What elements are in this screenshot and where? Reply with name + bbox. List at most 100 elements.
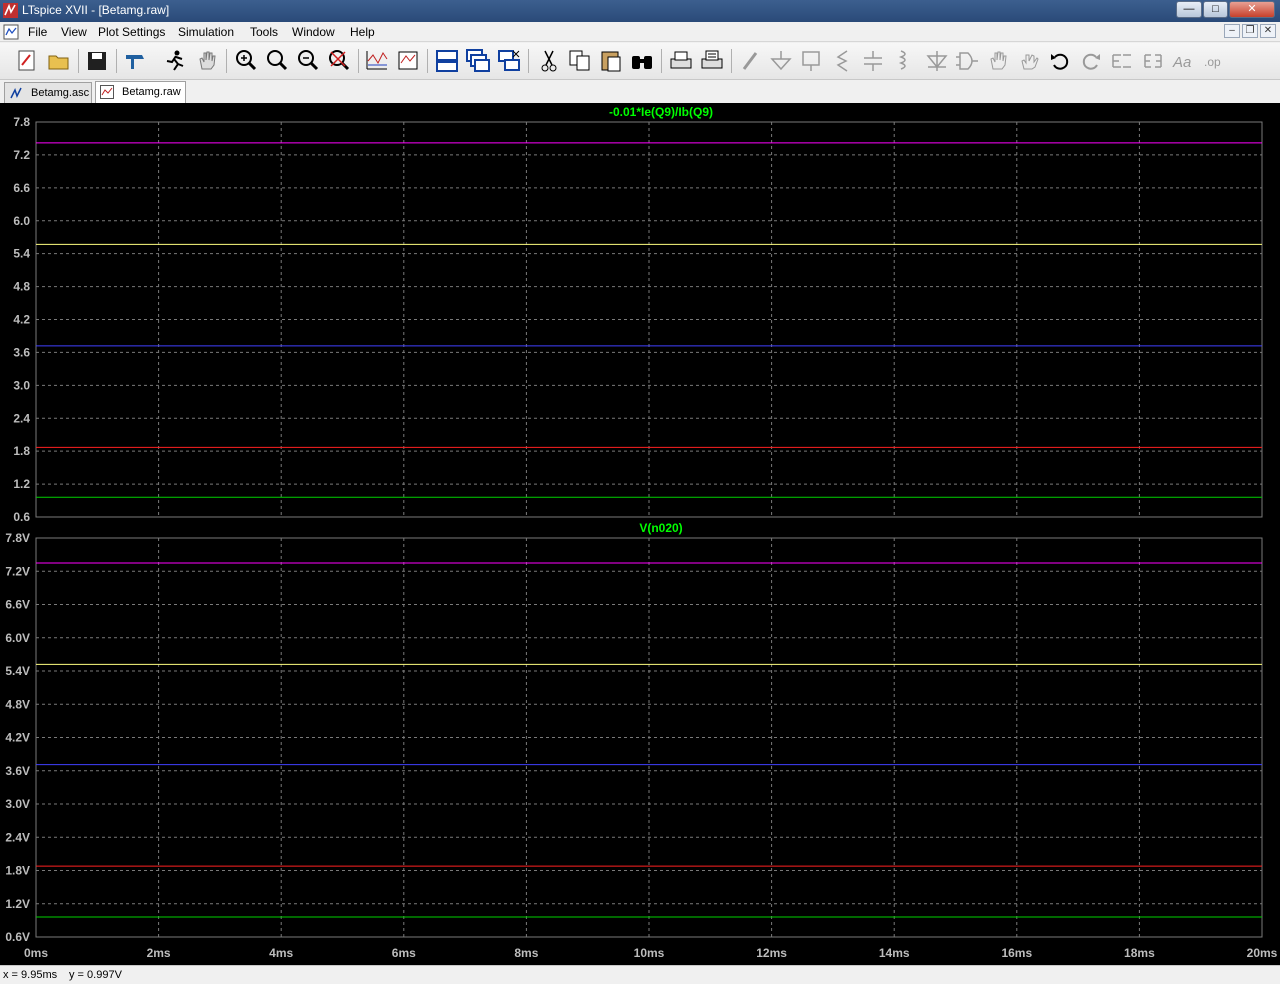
wire-icon[interactable]: [738, 47, 764, 75]
x-tick-label: 12ms: [756, 946, 787, 960]
y-tick-label: 1.8V: [5, 864, 30, 878]
y-tick-label: 4.2V: [5, 731, 30, 745]
text-icon[interactable]: Aa: [1171, 47, 1197, 75]
inductor-icon[interactable]: [891, 47, 917, 75]
capacitor-icon[interactable]: [860, 47, 886, 75]
menu-plot-settings[interactable]: Plot Settings: [98, 25, 165, 39]
zoom-cancel-icon[interactable]: [326, 47, 352, 75]
menu-tools[interactable]: Tools: [250, 25, 278, 39]
cascade-icon[interactable]: [465, 47, 491, 75]
pan-hand-icon[interactable]: [194, 47, 220, 75]
zoom-out-icon[interactable]: [295, 47, 321, 75]
resistor-icon[interactable]: [829, 47, 855, 75]
document-icon[interactable]: [3, 24, 19, 40]
y-tick-label: 3.0V: [5, 797, 30, 811]
y-tick-label: 0.6: [13, 510, 30, 524]
toolbar-separator: [528, 49, 529, 73]
rotate-icon[interactable]: [1109, 47, 1135, 75]
y-tick-label: 1.2: [13, 477, 30, 491]
control-panel-icon[interactable]: [122, 47, 148, 75]
y-tick-label: 2.4: [13, 411, 30, 425]
y-tick-label: 1.2V: [5, 897, 30, 911]
svg-text:Aa: Aa: [1172, 54, 1191, 71]
cursor-y-readout: y = 0.997V: [69, 969, 122, 981]
tab-label: Betamg.raw: [122, 86, 181, 98]
tab-bar: Betamg.asc Betamg.raw: [0, 81, 1280, 103]
y-tick-label: 6.0V: [5, 631, 30, 645]
close-button[interactable]: ✕: [1229, 1, 1275, 18]
new-schematic-icon[interactable]: [14, 47, 40, 75]
window-title: LTspice XVII - [Betamg.raw]: [22, 3, 170, 17]
schematic-icon: [10, 87, 22, 99]
waveform-plot-area[interactable]: 7.8 7.2 6.6 6.0 5.4 4.8 4.2 3.6 3.0 2.4 1.8 1.2 0.6 -…: [0, 103, 1280, 965]
label-net-icon[interactable]: [798, 47, 824, 75]
y-tick-label: 0.6V: [5, 930, 30, 944]
paste-icon[interactable]: [598, 47, 624, 75]
x-tick-label: 14ms: [879, 946, 910, 960]
y-tick-label: 7.8V: [5, 531, 30, 545]
toolbar-separator: [78, 49, 79, 73]
waveform-icon: [100, 85, 114, 99]
plot-title: -0.01*Ie(Q9)/Ib(Q9): [609, 105, 713, 119]
tab-waveform[interactable]: Betamg.raw: [95, 81, 186, 103]
tab-label: Betamg.asc: [31, 87, 90, 99]
spice-directive-icon[interactable]: .op: [1202, 47, 1228, 75]
y-tick-label: 7.2: [13, 148, 30, 162]
print-preview-icon[interactable]: [699, 47, 725, 75]
pick-traces-icon[interactable]: [395, 47, 421, 75]
menu-simulation[interactable]: Simulation: [178, 25, 234, 39]
zoom-in-icon[interactable]: [233, 47, 259, 75]
x-tick-label: 2ms: [147, 946, 171, 960]
menu-file[interactable]: File: [28, 25, 47, 39]
cut-icon[interactable]: [536, 47, 562, 75]
mirror-icon[interactable]: [1140, 47, 1166, 75]
zoom-fit-icon[interactable]: [264, 47, 290, 75]
y-tick-label: 3.0: [13, 378, 30, 392]
y-tick-label: 7.2V: [5, 564, 30, 578]
mdi-restore-button[interactable]: ❐: [1242, 24, 1258, 38]
run-icon[interactable]: [162, 47, 188, 75]
mdi-close-button[interactable]: ✕: [1260, 24, 1276, 38]
svg-text:.op: .op: [1204, 55, 1221, 69]
toolbar-separator: [427, 49, 428, 73]
menu-window[interactable]: Window: [292, 25, 335, 39]
ground-icon[interactable]: [768, 47, 794, 75]
tab-schematic[interactable]: Betamg.asc: [4, 82, 92, 103]
open-icon[interactable]: [46, 47, 72, 75]
y-tick-label: 6.6V: [5, 598, 30, 612]
y-tick-label: 4.8V: [5, 697, 30, 711]
maximize-button[interactable]: □: [1203, 1, 1228, 18]
tile-horizontal-icon[interactable]: [434, 47, 460, 75]
x-tick-label: 8ms: [514, 946, 538, 960]
drag-icon[interactable]: [1016, 47, 1042, 75]
mdi-minimize-button[interactable]: –: [1224, 24, 1240, 38]
close-all-icon[interactable]: [496, 47, 522, 75]
autorange-icon[interactable]: [364, 47, 390, 75]
status-bar: x = 9.95ms y = 0.997V: [0, 965, 1280, 984]
find-icon[interactable]: [629, 47, 655, 75]
redo-icon[interactable]: [1078, 47, 1104, 75]
toolbar-separator: [358, 49, 359, 73]
print-icon[interactable]: [668, 47, 694, 75]
move-icon[interactable]: [985, 47, 1011, 75]
x-tick-label: 16ms: [1001, 946, 1032, 960]
save-icon[interactable]: [84, 47, 110, 75]
ltspice-logo-icon: [3, 3, 18, 18]
toolbar: Aa .op: [0, 43, 1280, 80]
undo-icon[interactable]: [1047, 47, 1073, 75]
toolbar-separator: [731, 49, 732, 73]
menu-view[interactable]: View: [61, 25, 87, 39]
cursor-x-readout: x = 9.95ms: [3, 969, 58, 981]
y-tick-label: 6.0: [13, 214, 30, 228]
menu-bar: File View Plot Settings Simulation Tools…: [0, 22, 1280, 42]
plot-title: V(n020): [639, 521, 682, 535]
y-tick-label: 4.2: [13, 313, 30, 327]
copy-icon[interactable]: [567, 47, 593, 75]
y-tick-label: 3.6V: [5, 764, 30, 778]
minimize-button[interactable]: —: [1176, 1, 1202, 18]
component-icon[interactable]: [954, 47, 980, 75]
waveform-plots[interactable]: 7.8 7.2 6.6 6.0 5.4 4.8 4.2 3.6 3.0 2.4 1.8 1.2 0.6 -…: [0, 103, 1280, 965]
diode-icon[interactable]: [924, 47, 950, 75]
menu-help[interactable]: Help: [350, 25, 375, 39]
toolbar-separator: [661, 49, 662, 73]
